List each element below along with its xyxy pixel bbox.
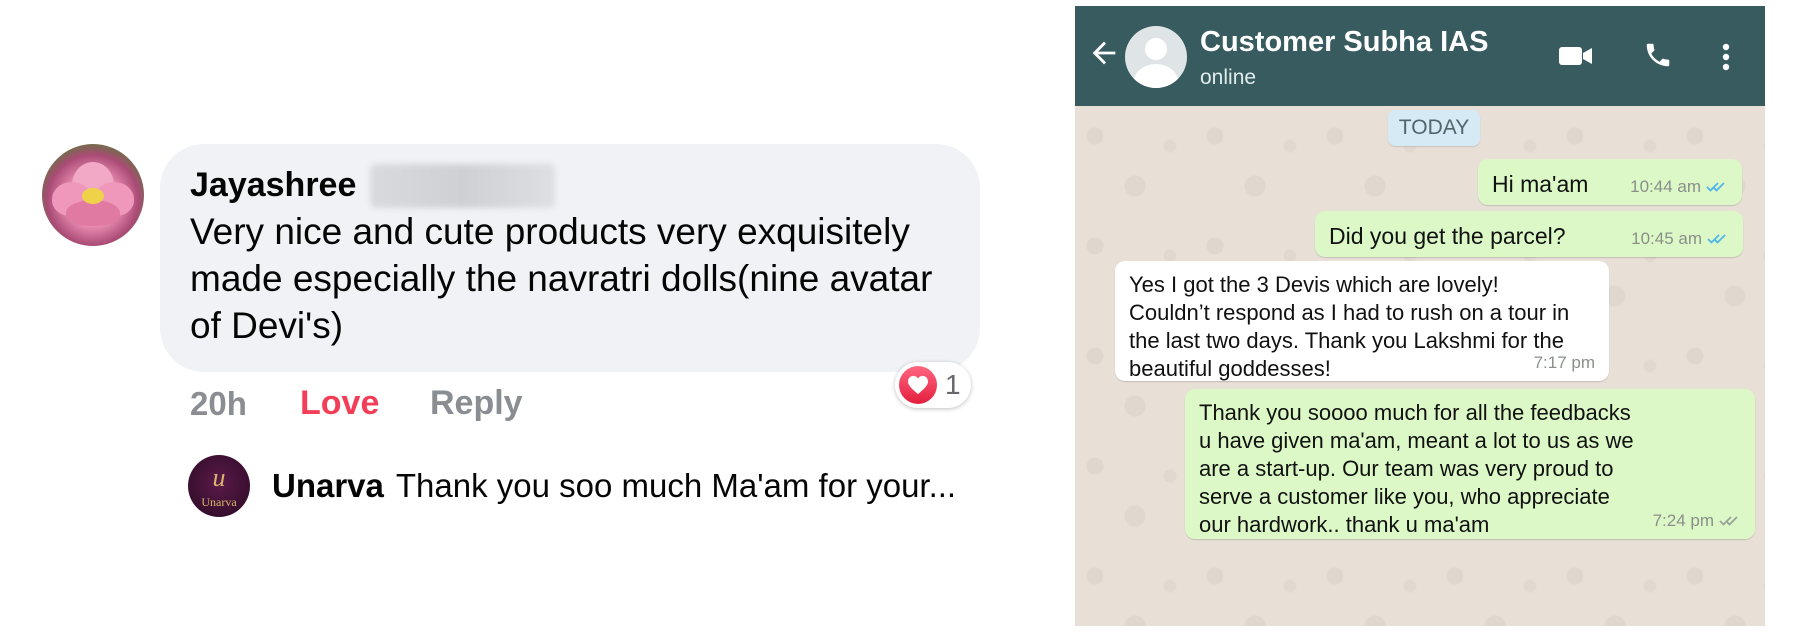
comment-text: Very nice and cute products very exquisi… — [190, 211, 933, 346]
love-button[interactable]: Love — [300, 384, 430, 423]
comment-actions: 20h Love Reply — [190, 384, 523, 423]
lotus-center — [82, 188, 104, 204]
heart-icon — [899, 366, 937, 404]
contact-name[interactable]: Customer Subha IAS — [1200, 26, 1488, 59]
message-time: 10:44 am — [1630, 177, 1701, 196]
whatsapp-chat: Customer Subha IAS online TODAY Hi ma'am… — [1075, 6, 1765, 626]
message-time: 7:17 pm — [1533, 353, 1595, 372]
unarva-logo[interactable]: u Unarva — [188, 455, 250, 517]
arrow-left-icon[interactable] — [1087, 36, 1121, 70]
read-ticks-icon — [1706, 182, 1725, 192]
delivered-ticks-icon — [1719, 516, 1738, 526]
contact-status: online — [1200, 66, 1257, 89]
message-text: Yes I got the 3 Devis which are lovely! … — [1129, 272, 1570, 381]
video-camera-icon[interactable] — [1558, 44, 1594, 68]
message-time: 7:24 pm — [1652, 511, 1714, 530]
kebab-menu-icon[interactable] — [1721, 42, 1731, 72]
phone-icon[interactable] — [1643, 40, 1673, 70]
redacted-surname — [370, 164, 555, 208]
reply-text: Thank you soo much Ma'am for your... — [395, 467, 957, 504]
facebook-comment-panel: Jayashree Very nice and cute products ve… — [0, 0, 1060, 633]
unarva-logo-letter: u — [212, 463, 226, 492]
comment-bubble: Jayashree Very nice and cute products ve… — [160, 144, 980, 372]
message-text: Hi ma'am — [1492, 171, 1589, 197]
message-bubble[interactable]: Yes I got the 3 Devis which are lovely! … — [1115, 261, 1609, 381]
contact-avatar[interactable] — [1125, 26, 1187, 88]
reply-preview[interactable]: u Unarva Unarva Thank you soo much Ma'am… — [188, 455, 956, 517]
message-bubble[interactable]: Did you get the parcel? 10:45 am — [1315, 211, 1743, 257]
message-bubble[interactable]: Thank you soooo much for all the feedbac… — [1185, 389, 1755, 539]
reaction-badge[interactable]: 1 — [895, 362, 971, 408]
commenter-avatar[interactable] — [42, 144, 144, 246]
message-text: Did you get the parcel? — [1329, 223, 1566, 249]
commenter-name[interactable]: Jayashree — [190, 166, 356, 205]
unarva-logo-word: Unarva — [201, 495, 237, 509]
reaction-count: 1 — [945, 369, 961, 400]
message-bubble[interactable]: Hi ma'am 10:44 am — [1478, 159, 1742, 205]
read-ticks-icon — [1707, 234, 1726, 244]
message-time: 10:45 am — [1631, 229, 1702, 248]
date-divider: TODAY — [1388, 110, 1480, 146]
reply-button[interactable]: Reply — [430, 384, 523, 423]
chat-header: Customer Subha IAS online — [1075, 6, 1765, 106]
reply-author[interactable]: Unarva — [272, 467, 384, 505]
comment-timestamp[interactable]: 20h — [190, 385, 300, 423]
